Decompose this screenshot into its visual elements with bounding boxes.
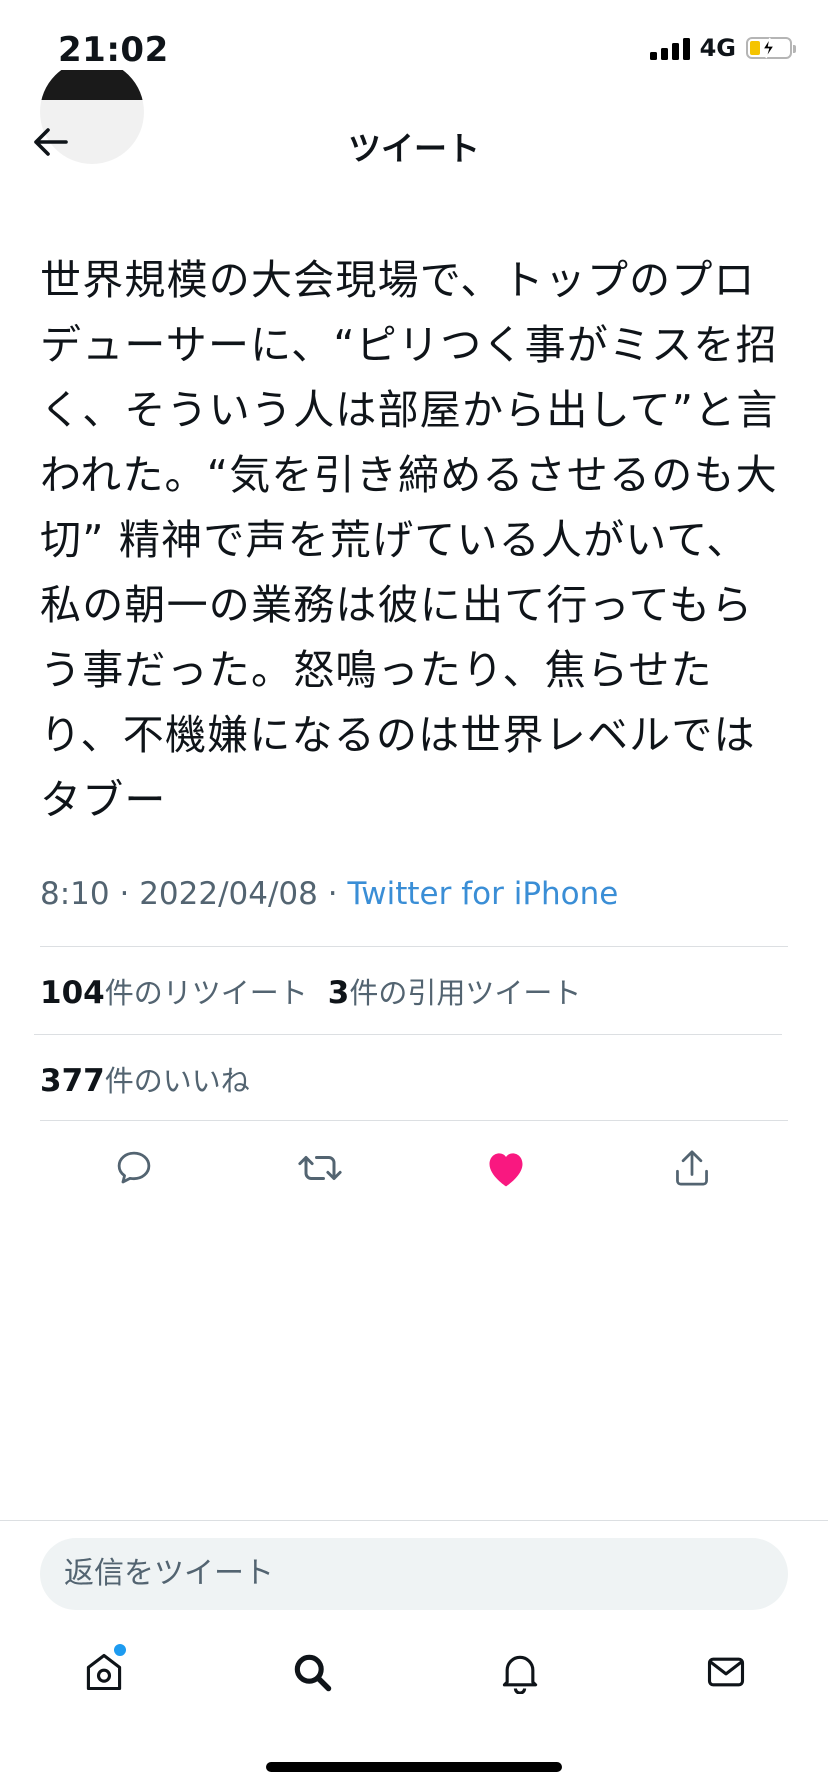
quotes-label: 件の引用ツイート	[349, 976, 582, 1010]
reply-area-divider	[0, 1520, 828, 1521]
battery-charging-icon	[746, 37, 796, 59]
tweet-meta: 8:10 · 2022/04/08 · Twitter for iPhone	[40, 876, 618, 912]
heart-filled-icon	[489, 1153, 523, 1187]
mail-icon	[707, 1657, 745, 1687]
tab-messages[interactable]	[694, 1640, 758, 1704]
divider	[34, 1034, 782, 1035]
retweet-button[interactable]	[292, 1140, 348, 1196]
status-indicators: 4G	[649, 34, 796, 62]
like-button[interactable]	[478, 1140, 534, 1196]
tweet-time: 8:10	[40, 876, 110, 912]
likes-label: 件のいいね	[104, 1064, 250, 1098]
notification-dot	[112, 1642, 128, 1658]
search-icon	[294, 1654, 332, 1692]
reply-button[interactable]	[106, 1140, 162, 1196]
divider	[40, 946, 788, 947]
retweets-label: 件のリツイート	[104, 976, 308, 1010]
tab-notifications[interactable]	[488, 1640, 552, 1704]
divider	[40, 1120, 788, 1121]
retweet-icon	[298, 1156, 342, 1180]
quotes-count: 3	[327, 975, 350, 1011]
home-indicator[interactable]	[266, 1762, 562, 1772]
tweet-date: 2022/04/08	[139, 876, 318, 912]
tab-home[interactable]	[72, 1640, 136, 1704]
nav-header: ツイート	[0, 100, 828, 184]
network-type: 4G	[699, 34, 736, 62]
tab-bar	[0, 1640, 828, 1710]
retweet-stats: 104件のリツイート 3件の引用ツイート	[40, 970, 581, 1012]
share-icon	[676, 1150, 708, 1186]
cellular-signal-icon	[649, 36, 690, 60]
page-title: ツイート	[348, 129, 480, 168]
tweet-actions	[40, 1140, 788, 1196]
likes-stats: 377件のいいね	[40, 1058, 250, 1100]
likes-count: 377	[40, 1063, 105, 1099]
retweets-stat[interactable]: 104件のリツイート	[40, 970, 308, 1012]
bell-icon	[502, 1655, 538, 1694]
meta-separator: ·	[327, 876, 338, 912]
status-time: 21:02	[58, 30, 169, 70]
quotes-stat[interactable]: 3件の引用ツイート	[328, 970, 582, 1012]
tweet-source-link[interactable]: Twitter for iPhone	[347, 876, 618, 912]
likes-stat[interactable]: 377件のいいね	[40, 1058, 250, 1100]
tab-search[interactable]	[280, 1640, 344, 1704]
tweet-text: 世界規模の大会現場で、トップのプロデューサーに、“ピリつく事がミスを招く、そうい…	[40, 256, 779, 824]
reply-icon	[117, 1151, 151, 1184]
meta-separator: ·	[119, 876, 130, 912]
retweets-count: 104	[40, 975, 105, 1011]
share-button[interactable]	[664, 1140, 720, 1196]
reply-input[interactable]: 返信をツイート	[40, 1538, 788, 1610]
